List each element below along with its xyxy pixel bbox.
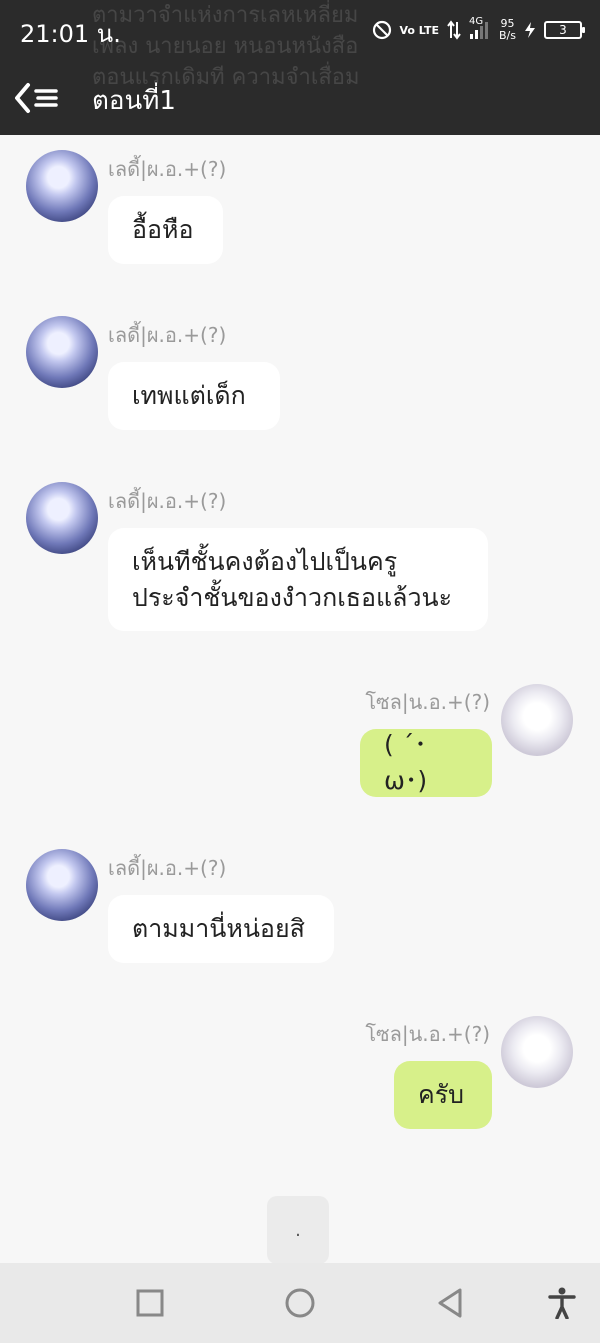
avatar-sol[interactable] [501, 684, 573, 756]
net-speed: 95 B/s [499, 18, 516, 42]
sender-name: เลดี้|ผ.อ.+(?) [108, 323, 227, 347]
ghost-line: ตามวาจำแห่งการเลหเหลี่ยม [92, 3, 359, 28]
message-bubble[interactable]: อื้อหือ [108, 196, 223, 264]
accessibility-icon[interactable] [542, 1283, 582, 1323]
ghost-line: เพลง นายนอย หนอนหนังสือ [92, 34, 359, 59]
recents-square-icon[interactable] [130, 1283, 170, 1323]
message-bubble[interactable]: ( ´･ω･) [360, 729, 492, 797]
continue-button[interactable]: . [267, 1196, 329, 1264]
message-bubble[interactable]: ครับ [394, 1061, 492, 1129]
avatar-lady[interactable] [26, 482, 98, 554]
charging-icon [524, 21, 536, 39]
back-triangle-icon[interactable] [430, 1283, 470, 1323]
home-circle-icon[interactable] [280, 1283, 320, 1323]
status-time: 21:01 น. [20, 20, 121, 48]
system-nav-bar [0, 1263, 600, 1343]
chapter-title: ตอนที่1 [92, 86, 176, 116]
avatar-lady[interactable] [26, 150, 98, 222]
avatar-sol[interactable] [501, 1016, 573, 1088]
avatar-lady[interactable] [26, 849, 98, 921]
battery-icon: 3 [544, 21, 585, 39]
do-not-disturb-icon [372, 20, 392, 40]
volte-icon: Vo LTE [399, 23, 440, 37]
signal-icon: 4G [469, 16, 491, 40]
network-type: 4G [469, 16, 484, 27]
message-bubble[interactable]: ตามมานี่หน่อยสิ [108, 895, 334, 963]
data-arrows-icon [447, 20, 461, 40]
avatar-lady[interactable] [26, 316, 98, 388]
back-list-icon [15, 83, 58, 113]
sender-name: โซล|น.อ.+(?) [365, 690, 490, 714]
net-speed-unit: B/s [499, 29, 516, 42]
status-icons: Vo LTE 4G 95 B/s 3 [372, 14, 585, 46]
top-bar: ตามวาจำแห่งการเลหเหลี่ยม เพลง นายนอย หนอ… [0, 0, 600, 135]
sender-name: เลดี้|ผ.อ.+(?) [108, 489, 227, 513]
sender-name: โซล|น.อ.+(?) [365, 1022, 490, 1046]
message-bubble[interactable]: เห็นทีชั้นคงต้องไปเป็นครู ประจำชั้นของงำ… [108, 528, 488, 631]
message-bubble[interactable]: เทพแต่เด็ก [108, 362, 280, 430]
back-menu-button[interactable] [14, 78, 64, 118]
sender-name: เลดี้|ผ.อ.+(?) [108, 157, 227, 181]
sender-name: เลดี้|ผ.อ.+(?) [108, 856, 227, 880]
